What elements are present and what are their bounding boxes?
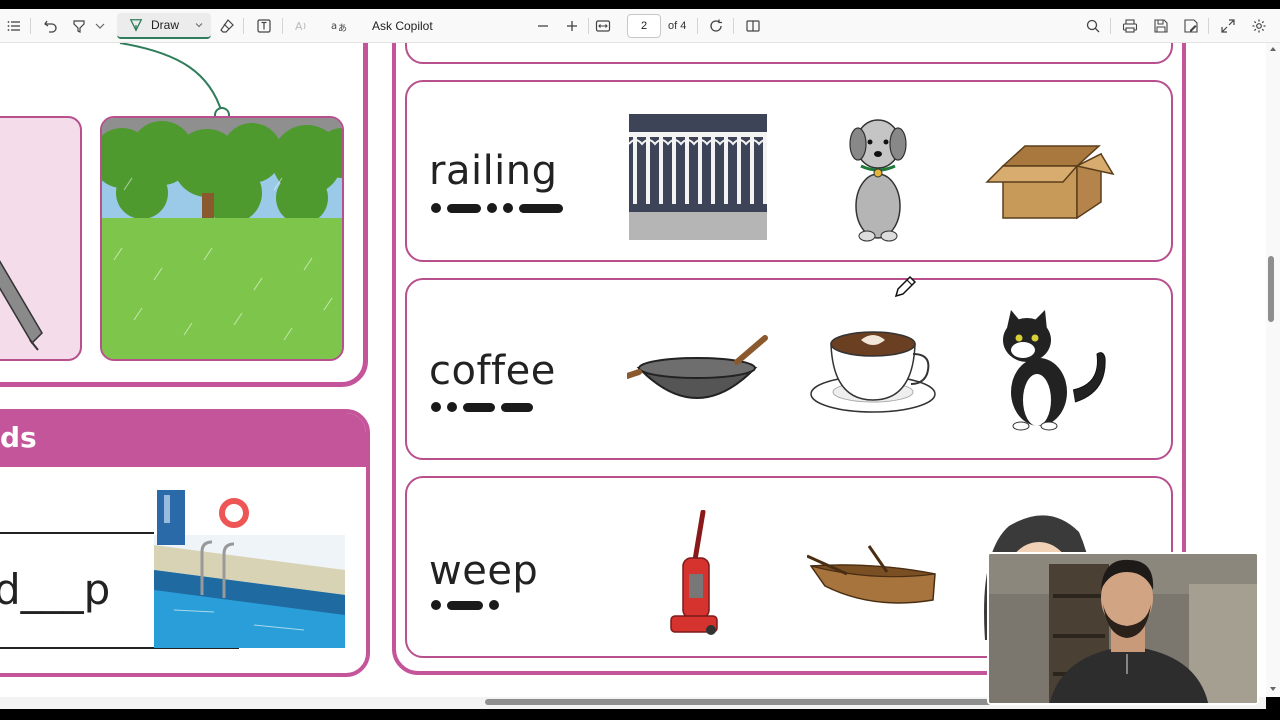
save-icon[interactable] [1150, 13, 1172, 39]
toolbar-divider [30, 18, 31, 34]
svg-text:A: A [295, 20, 303, 33]
rain-scene-picture [102, 118, 342, 359]
draw-icon [129, 18, 143, 32]
zoom-out-icon[interactable] [532, 13, 554, 39]
draw-button[interactable]: Draw [117, 13, 211, 39]
eraser-icon[interactable] [216, 13, 238, 39]
sound-dash [501, 402, 533, 412]
toolbar-divider [243, 18, 244, 34]
railing-picture [628, 114, 773, 240]
scroll-up-icon[interactable] [1267, 44, 1279, 54]
wok-picture [624, 332, 769, 412]
sound-dash [447, 600, 483, 610]
dog-picture [845, 116, 911, 242]
vertical-scroll-thumb[interactable] [1268, 256, 1274, 322]
ask-copilot-button[interactable]: Ask Copilot [372, 9, 433, 43]
pool-picture [154, 490, 345, 648]
fill-in-word: d___p [0, 565, 111, 614]
sound-dot [447, 402, 457, 412]
box-picture [985, 144, 1115, 222]
toolbar-divider [282, 18, 283, 34]
toolbar-divider [733, 18, 734, 34]
toolbar-divider [1208, 18, 1209, 34]
highlight-icon[interactable] [68, 13, 90, 39]
webcam-overlay [987, 552, 1259, 705]
vertical-scrollbar[interactable] [1266, 43, 1280, 697]
vacuum-picture [665, 509, 723, 638]
save-as-icon[interactable] [1180, 13, 1202, 39]
sound-buttons [431, 402, 533, 412]
write-line [0, 532, 154, 534]
sound-dot [489, 600, 499, 610]
page-total: of 4 [668, 20, 687, 32]
word-label: weep [429, 548, 539, 594]
text-box-icon[interactable] [253, 13, 275, 39]
search-icon[interactable] [1082, 13, 1104, 39]
previous-card-edge [405, 43, 1173, 64]
scroll-down-icon[interactable] [1267, 684, 1279, 694]
toolbar-divider [588, 18, 589, 34]
toolbar-divider [697, 18, 698, 34]
settings-icon[interactable] [1248, 13, 1270, 39]
undo-icon[interactable] [40, 13, 62, 39]
zoom-in-icon[interactable] [561, 13, 583, 39]
coffee-cup-picture [809, 324, 941, 416]
draw-chevron-icon[interactable] [193, 19, 205, 31]
sound-dash [519, 203, 563, 213]
sound-dot [431, 203, 441, 213]
sound-dash [447, 203, 481, 213]
pencil-picture [0, 260, 43, 351]
draw-label: Draw [151, 18, 180, 32]
toolbar-divider [1110, 18, 1111, 34]
sound-dot [431, 600, 441, 610]
section-header [0, 413, 366, 467]
read-aloud-icon[interactable]: A [291, 13, 313, 39]
fit-page-icon[interactable] [592, 13, 614, 39]
top-border [0, 0, 1280, 9]
sound-buttons [431, 600, 499, 610]
contents-icon[interactable] [4, 13, 24, 39]
rain-scene-card [100, 116, 344, 361]
word-label: coffee [429, 348, 556, 394]
sound-buttons [431, 203, 563, 213]
page-view-icon[interactable] [742, 13, 764, 39]
chevron-down-icon[interactable] [92, 13, 108, 39]
word-label: railing [429, 148, 558, 194]
translate-icon[interactable]: aあ [328, 13, 350, 39]
left-picture-card [0, 116, 82, 361]
rotate-icon[interactable] [705, 13, 727, 39]
svg-text:あ: あ [338, 23, 347, 34]
pencil-cursor-icon [894, 275, 917, 298]
sound-dot [487, 203, 497, 213]
cat-picture [987, 310, 1115, 432]
page-number-input[interactable]: 2 [627, 14, 661, 38]
svg-text:a: a [331, 21, 337, 32]
bottom-border [0, 709, 1280, 720]
sound-dot [431, 402, 441, 412]
word-card-coffee: coffee [405, 278, 1173, 460]
rowing-boat-picture [806, 544, 939, 610]
sound-dash [463, 402, 495, 412]
word-card-railing: railing [405, 80, 1173, 262]
horizontal-scroll-thumb[interactable] [485, 699, 1045, 705]
fullscreen-icon[interactable] [1217, 13, 1239, 39]
presenter-video [989, 554, 1257, 703]
section-header-text: ds [0, 421, 37, 454]
left-panel-bottom: ds d___p [0, 409, 370, 677]
connector-line [119, 43, 230, 123]
print-icon[interactable] [1119, 13, 1141, 39]
screen: Draw A aあ Ask Copilot 2 of 4 ds d___p ra… [0, 0, 1280, 720]
sound-dot [503, 203, 513, 213]
pdf-toolbar: Draw A aあ Ask Copilot 2 of 4 [0, 9, 1280, 43]
